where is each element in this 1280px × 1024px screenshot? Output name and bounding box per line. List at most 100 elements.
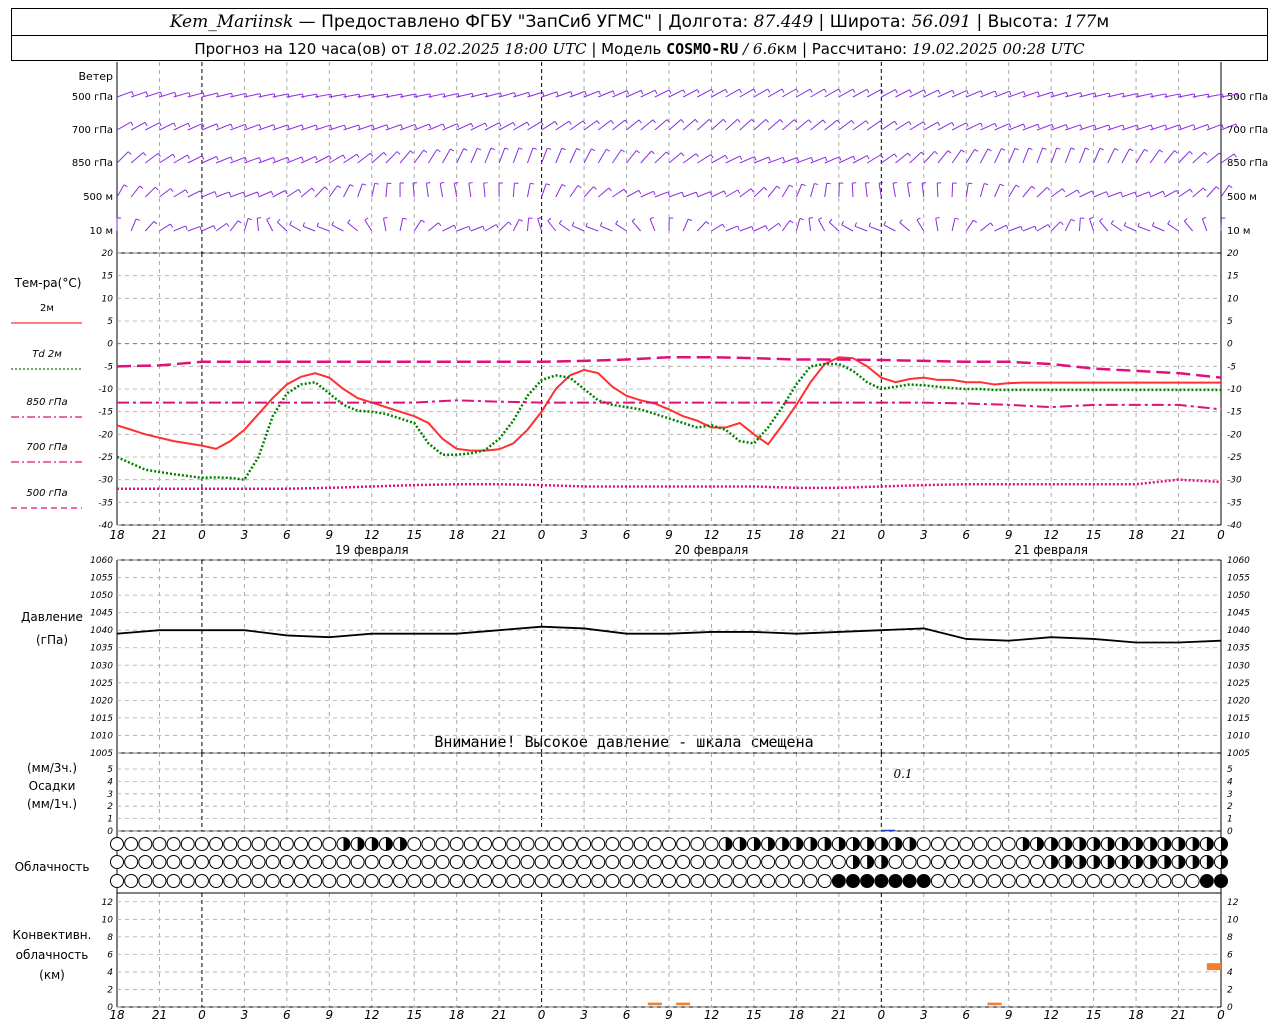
conv-tick-left: 2 bbox=[107, 985, 113, 995]
wind-barb-feather bbox=[187, 123, 191, 128]
wind-barb-feather bbox=[277, 218, 281, 223]
wind-barb bbox=[230, 191, 244, 198]
wind-barb bbox=[343, 184, 351, 198]
cloud-fill bbox=[1022, 837, 1030, 851]
pressure-tick-left: 1050 bbox=[90, 591, 113, 601]
wind-barb-feather bbox=[966, 90, 969, 95]
wind-barb-feather bbox=[1023, 123, 1026, 128]
cloud-fill bbox=[895, 837, 902, 851]
wind-barb-feather bbox=[1042, 147, 1047, 150]
pressure-tick-right: 1025 bbox=[1227, 679, 1250, 689]
x-tick-temp: 3 bbox=[241, 528, 249, 542]
temp-tick-right: -35 bbox=[1227, 498, 1242, 508]
wind-barb-feather bbox=[651, 150, 655, 155]
cloud-symbol bbox=[506, 837, 521, 851]
wind-barb-feather bbox=[695, 191, 699, 197]
cloud-symbol bbox=[194, 874, 209, 888]
conv-tick-left: 4 bbox=[107, 968, 113, 978]
wind-barb-feather bbox=[237, 220, 242, 224]
wind-barb bbox=[1093, 191, 1107, 198]
wind-barb bbox=[555, 148, 563, 164]
wind-barb bbox=[371, 152, 385, 164]
wind-barb-feather bbox=[1174, 150, 1178, 154]
cloud-fill bbox=[853, 837, 860, 851]
cloud-symbol bbox=[364, 855, 379, 869]
wind-barb bbox=[883, 224, 896, 232]
wind-barb bbox=[512, 147, 520, 164]
wind-barb-feather bbox=[892, 182, 898, 184]
wind-barb-feather bbox=[1202, 216, 1207, 220]
wind-barb bbox=[328, 185, 338, 198]
cloud-symbol bbox=[973, 874, 988, 888]
wind-barb-feather bbox=[1167, 220, 1171, 225]
wind-barb-feather bbox=[315, 156, 318, 161]
wind-barb bbox=[541, 147, 548, 164]
wind-barb bbox=[428, 222, 439, 232]
wind-barb-feather bbox=[636, 150, 640, 154]
wind-barb-feather bbox=[1110, 220, 1114, 224]
precip-tick-right: 5 bbox=[1227, 765, 1233, 775]
conv-tick-left: 0 bbox=[107, 1003, 113, 1013]
x-tick-temp: 9 bbox=[325, 528, 333, 542]
cloud-symbol bbox=[605, 874, 620, 888]
wind-barb-feather bbox=[287, 157, 290, 162]
wind-barb-feather bbox=[226, 223, 230, 227]
x-tick-temp: 15 bbox=[407, 528, 422, 542]
wind-barb bbox=[130, 152, 144, 164]
wind-barb-feather bbox=[987, 148, 992, 152]
pressure-tick-left: 1045 bbox=[90, 609, 113, 619]
cloud-symbol bbox=[110, 874, 124, 888]
cloud-fill bbox=[1079, 855, 1086, 869]
wind-barb bbox=[668, 152, 682, 164]
cloud-symbol bbox=[1171, 874, 1186, 888]
wind-barb-feather bbox=[838, 88, 842, 93]
cloud-symbol bbox=[817, 855, 832, 869]
wind-barb-feather bbox=[994, 123, 998, 128]
wind-barb-feather bbox=[468, 182, 473, 184]
wind-barb-feather bbox=[705, 221, 710, 225]
wind-barb-feather bbox=[852, 88, 856, 93]
wind-barb bbox=[526, 218, 530, 232]
wind-level-label-right: 700 гПа bbox=[1227, 125, 1268, 136]
wind-barb-feather bbox=[173, 122, 177, 127]
wind-barb bbox=[512, 219, 520, 232]
cloud-fill bbox=[1093, 837, 1101, 851]
wind-barb-feather bbox=[185, 225, 188, 230]
wind-barb bbox=[300, 187, 313, 198]
cloud-symbol bbox=[520, 874, 535, 888]
wind-barb-feather bbox=[799, 217, 804, 221]
wind-barb bbox=[1050, 188, 1063, 198]
x-tick-bottom: 0 bbox=[538, 1008, 546, 1022]
wind-barb bbox=[256, 218, 260, 232]
wind-barb-feather bbox=[623, 188, 627, 193]
wind-barb-feather bbox=[1233, 153, 1237, 158]
wind-barb-feather bbox=[1089, 216, 1094, 220]
wind-barb bbox=[484, 224, 497, 232]
wind-barb-feather bbox=[498, 122, 502, 127]
x-tick-temp: 18 bbox=[1128, 528, 1144, 542]
wind-barb bbox=[600, 225, 613, 232]
cloud-symbol bbox=[1143, 874, 1158, 888]
wind-barb bbox=[364, 219, 373, 232]
wind-barb-feather bbox=[1051, 124, 1054, 129]
temp-tick-right: -5 bbox=[1227, 362, 1236, 372]
wind-barb-feather bbox=[584, 91, 587, 96]
wind-barb bbox=[895, 121, 910, 131]
wind-barb-feather bbox=[1189, 151, 1193, 155]
wind-barb-feather bbox=[453, 224, 457, 230]
cloud-symbol bbox=[846, 874, 860, 888]
temp-tick-right: -10 bbox=[1227, 385, 1242, 395]
wind-barb-feather bbox=[127, 151, 132, 155]
wind-barb-feather bbox=[289, 220, 293, 225]
cloud-symbol bbox=[449, 874, 464, 888]
wind-barb bbox=[711, 154, 726, 164]
x-tick-temp: 0 bbox=[198, 528, 206, 542]
pressure-tick-right: 1020 bbox=[1227, 696, 1250, 706]
wind-barb-feather bbox=[230, 156, 233, 161]
wind-barb bbox=[1099, 220, 1109, 232]
wind-barb-feather bbox=[818, 217, 823, 221]
wind-barb-feather bbox=[490, 147, 495, 151]
wind-barb-feather bbox=[518, 218, 523, 222]
wind-barb-feather bbox=[576, 148, 581, 151]
pressure-tick-right: 1030 bbox=[1227, 661, 1250, 671]
